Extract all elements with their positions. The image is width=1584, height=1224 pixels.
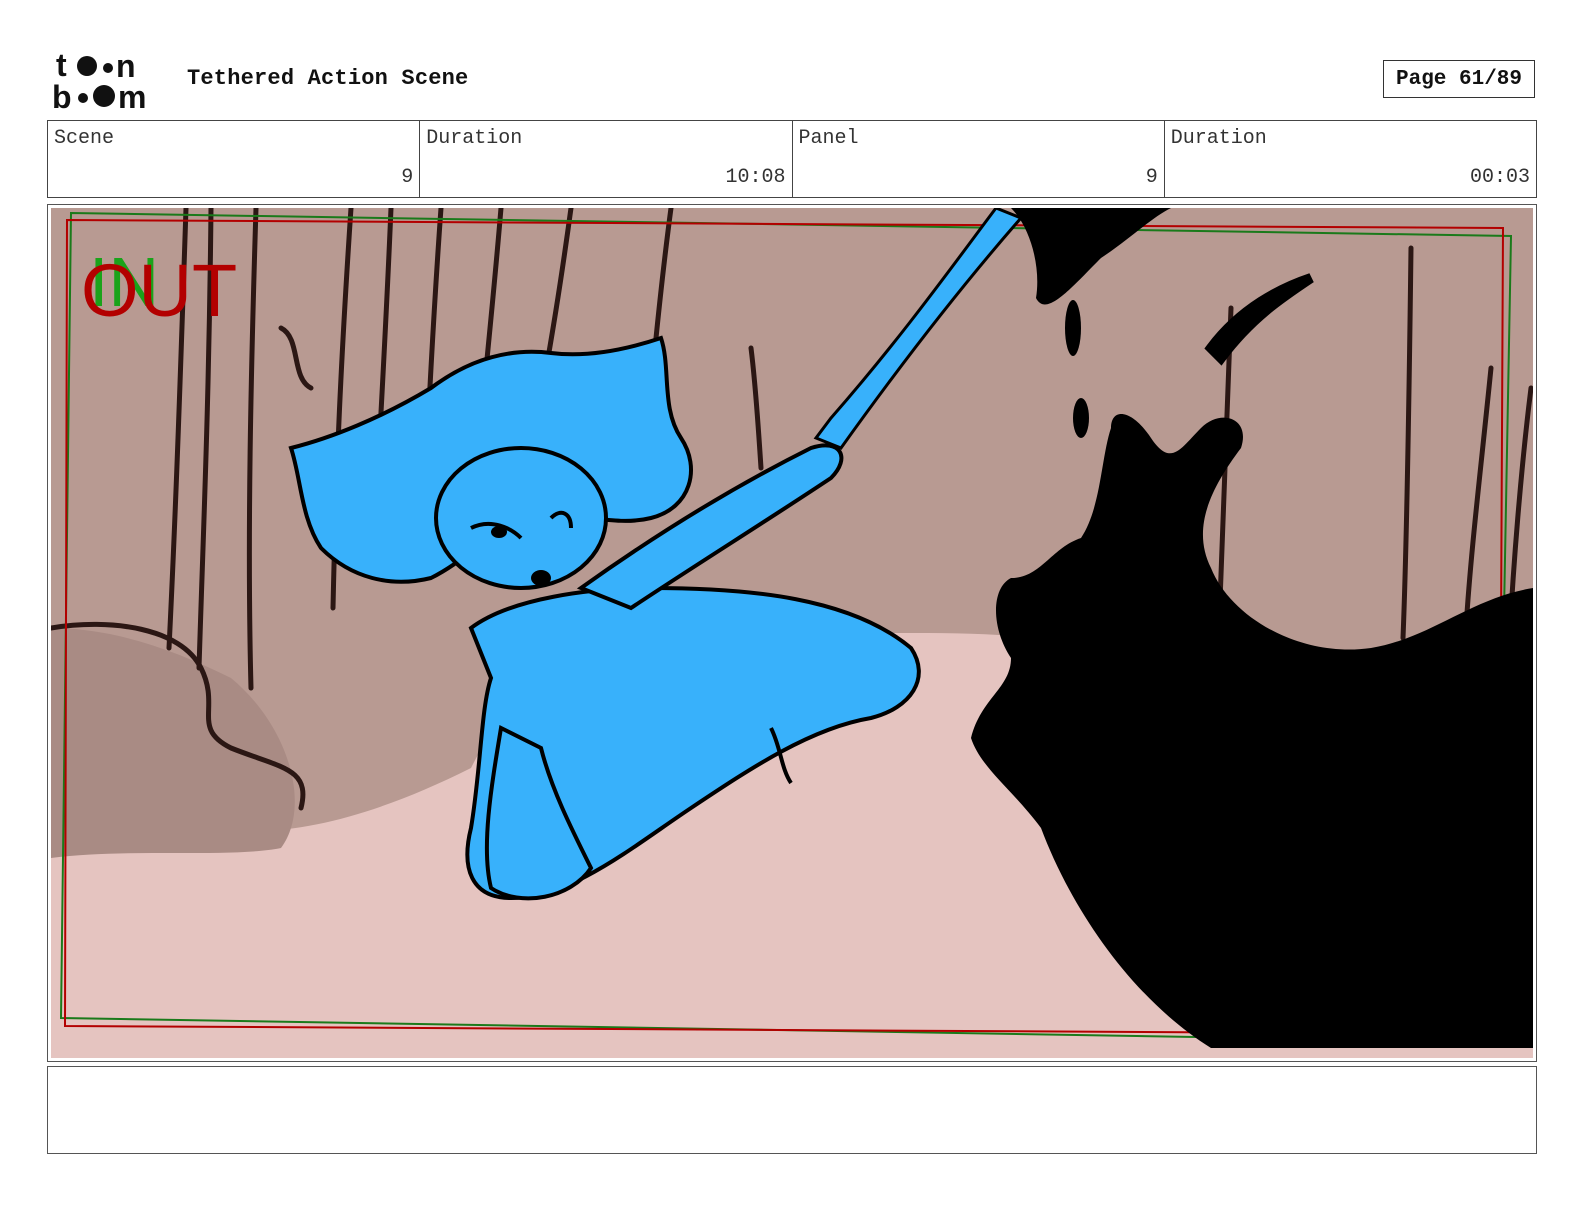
panel-duration-cell: Duration 00:03: [1165, 121, 1536, 197]
panel-cell: Panel 9: [793, 121, 1165, 197]
scene-duration-cell: Duration 10:08: [420, 121, 793, 197]
scene-label: Scene: [54, 127, 115, 150]
svg-text:m: m: [118, 79, 146, 112]
panel-notes: [47, 1066, 1537, 1154]
panel-label: Panel: [798, 127, 859, 150]
storyboard-panel: IN OUT: [47, 204, 1537, 1062]
document-title: Tethered Action Scene: [187, 66, 469, 91]
panel-drawing: IN OUT: [51, 208, 1533, 1058]
page-indicator: Page 61/89: [1383, 60, 1535, 98]
character-mouth: [531, 570, 551, 586]
toonboom-logo: toonboom t n b m: [52, 50, 146, 112]
panel-duration-label: Duration: [1170, 127, 1267, 150]
character-face: [434, 446, 608, 590]
scene-value: 9: [401, 166, 414, 189]
scene-info-row: Scene 9 Duration 10:08 Panel 9 Duration …: [47, 120, 1537, 198]
scene-duration-label: Duration: [426, 127, 523, 150]
out-marker: OUT: [81, 249, 237, 332]
svg-text:b: b: [52, 79, 72, 112]
panel-value: 9: [1145, 166, 1158, 189]
panel-duration-value: 00:03: [1469, 166, 1530, 189]
scene-duration-value: 10:08: [725, 166, 786, 189]
scene-cell: Scene 9: [48, 121, 421, 197]
